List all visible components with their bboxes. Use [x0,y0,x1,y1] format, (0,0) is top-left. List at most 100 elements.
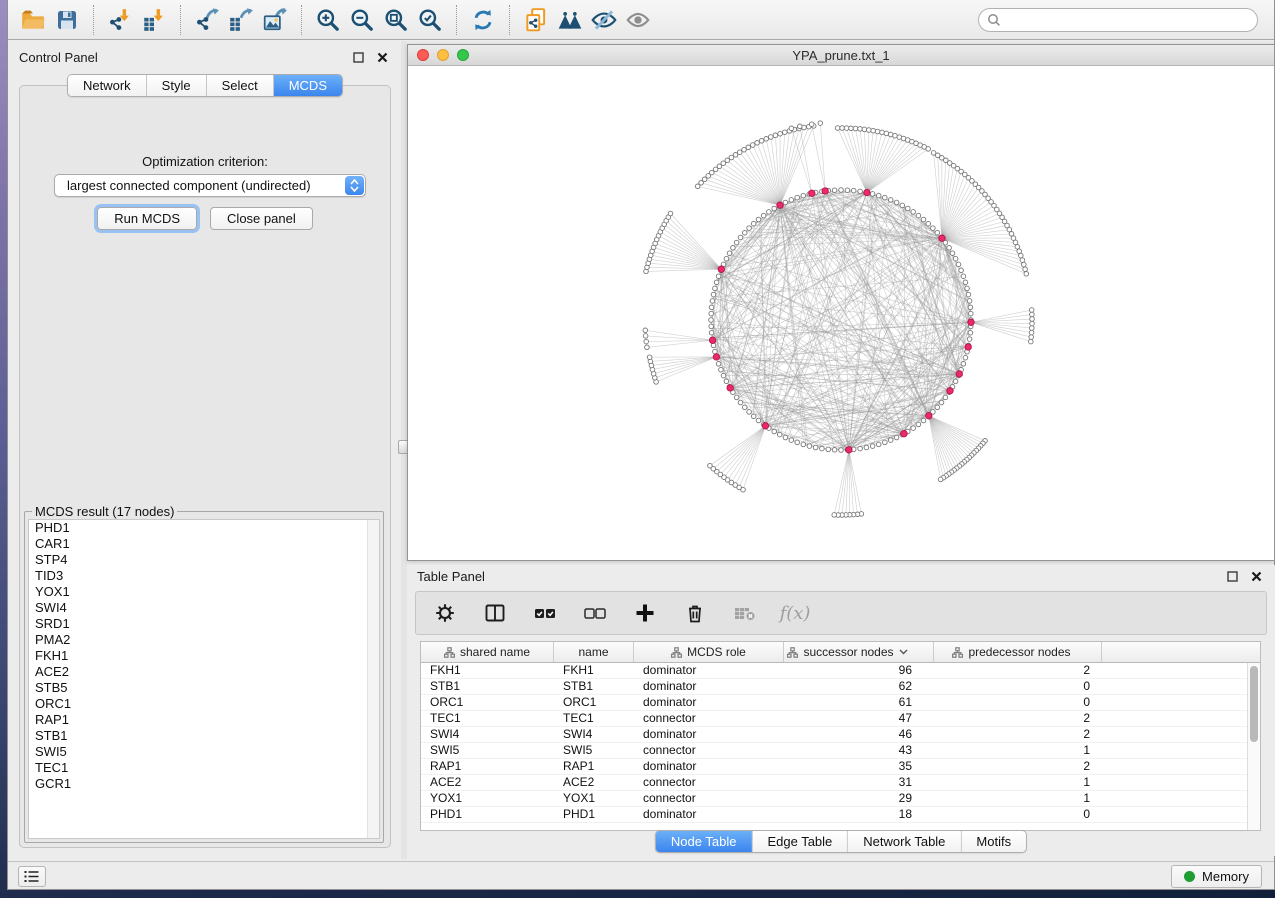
graph-node[interactable] [721,373,726,378]
graph-node[interactable] [1029,330,1034,335]
table-row[interactable]: FKH1FKH1dominator962 [421,663,1260,679]
open-file-icon[interactable] [16,4,50,36]
graph-node[interactable] [839,448,844,453]
graph-node[interactable] [862,127,867,132]
tab-node-table[interactable]: Node Table [656,831,753,852]
cell-shared-name[interactable]: ORC1 [421,695,554,710]
graph-node[interactable] [963,280,968,285]
graph-node[interactable] [849,126,854,131]
mcds-result-list[interactable]: PHD1CAR1STP4TID3YOX1SWI4SRD1PMA2FKH1ACE2… [28,519,380,839]
cell-shared-name[interactable]: TEC1 [421,711,554,726]
mcds-result-item[interactable]: PMA2 [29,632,379,648]
cell-name[interactable]: SWI4 [554,727,634,742]
cell-successor-nodes[interactable]: 31 [784,775,934,790]
cell-predecessor-nodes[interactable]: 2 [934,759,1102,774]
cell-predecessor-nodes[interactable]: 0 [934,807,1102,822]
graph-node[interactable] [883,195,888,200]
mcds-result-item[interactable]: TID3 [29,568,379,584]
cell-mcds-role[interactable]: connector [634,775,784,790]
mcds-result-item[interactable]: GCR1 [29,776,379,792]
graph-node-dominator[interactable] [968,319,974,325]
network-canvas[interactable] [408,66,1274,560]
graph-node[interactable] [864,445,869,450]
cell-predecessor-nodes[interactable]: 0 [934,695,1102,710]
graph-node[interactable] [716,362,721,367]
tab-network[interactable]: Network [68,75,147,96]
graph-node-dominator[interactable] [939,235,945,241]
graph-node-dominator[interactable] [947,388,953,394]
cell-predecessor-nodes[interactable]: 1 [934,791,1102,806]
graph-node[interactable] [778,131,783,136]
graph-node[interactable] [858,446,863,451]
graph-node[interactable] [967,337,972,342]
cell-successor-nodes[interactable]: 29 [784,791,934,806]
graph-node[interactable] [832,448,837,453]
cell-shared-name[interactable]: SWI5 [421,743,554,758]
show-column-panel-icon[interactable] [482,600,508,626]
graph-node[interactable] [950,251,955,256]
graph-node-dominator[interactable] [864,189,870,195]
graph-node[interactable] [709,318,714,323]
network-window-titlebar[interactable]: YPA_prune.txt_1 [408,45,1274,66]
graph-node[interactable] [883,440,888,445]
graph-node[interactable] [734,240,739,245]
graph-node[interactable] [747,410,752,415]
graph-node[interactable] [870,444,875,449]
mcds-result-item[interactable]: ACE2 [29,664,379,680]
first-neighbors-icon[interactable] [553,4,587,36]
graph-node[interactable] [761,213,766,218]
mcds-result-item[interactable]: STB5 [29,680,379,696]
mcds-result-item[interactable]: TEC1 [29,760,379,776]
graph-node[interactable] [751,221,756,226]
graph-node[interactable] [767,210,772,215]
table-scrollbar[interactable] [1247,663,1260,830]
cell-name[interactable]: ACE2 [554,775,634,790]
graph-node-dominator[interactable] [762,423,768,429]
zoom-out-icon[interactable] [345,4,379,36]
graph-node[interactable] [935,230,940,235]
show-all-icon[interactable] [621,4,655,36]
graph-node[interactable] [1013,240,1018,245]
column-header-name[interactable]: name [554,642,634,662]
graph-node[interactable] [801,442,806,447]
cell-name[interactable]: YOX1 [554,791,634,806]
graph-node[interactable] [783,435,788,440]
graph-node[interactable] [644,339,649,344]
cell-name[interactable]: SWI5 [554,743,634,758]
graph-node-dominator[interactable] [809,190,815,196]
graph-node[interactable] [1030,317,1035,322]
graph-node[interactable] [733,153,738,158]
graph-node[interactable] [1024,272,1029,277]
graph-node[interactable] [713,286,718,291]
graph-node[interactable] [1017,249,1022,254]
graph-node[interactable] [911,210,916,215]
cell-mcds-role[interactable]: dominator [634,679,784,694]
graph-node[interactable] [769,135,774,140]
cell-mcds-role[interactable]: connector [634,791,784,806]
graph-node[interactable] [746,145,751,150]
graph-node[interactable] [756,217,761,222]
graph-node[interactable] [1015,245,1020,250]
graph-node-dominator[interactable] [846,447,852,453]
graph-node[interactable] [835,126,840,131]
export-image-icon[interactable] [258,4,292,36]
cell-mcds-role[interactable]: dominator [634,727,784,742]
mcds-result-item[interactable]: CAR1 [29,536,379,552]
graph-node[interactable] [742,230,747,235]
graph-node[interactable] [840,126,845,131]
graph-node[interactable] [938,477,943,482]
graph-node[interactable] [894,200,899,205]
float-panel-icon[interactable] [349,49,367,65]
graph-node[interactable] [851,188,856,193]
graph-node[interactable] [963,355,968,360]
cell-shared-name[interactable]: RAP1 [421,759,554,774]
graph-node[interactable] [807,444,812,449]
graph-node[interactable] [755,141,760,146]
graph-node[interactable] [783,200,788,205]
graph-node[interactable] [795,440,800,445]
run-mcds-button[interactable]: Run MCDS [97,207,197,230]
cell-shared-name[interactable]: ACE2 [421,775,554,790]
graph-node[interactable] [832,513,837,518]
cell-mcds-role[interactable]: dominator [634,695,784,710]
table-row[interactable]: YOX1YOX1connector291 [421,791,1260,807]
